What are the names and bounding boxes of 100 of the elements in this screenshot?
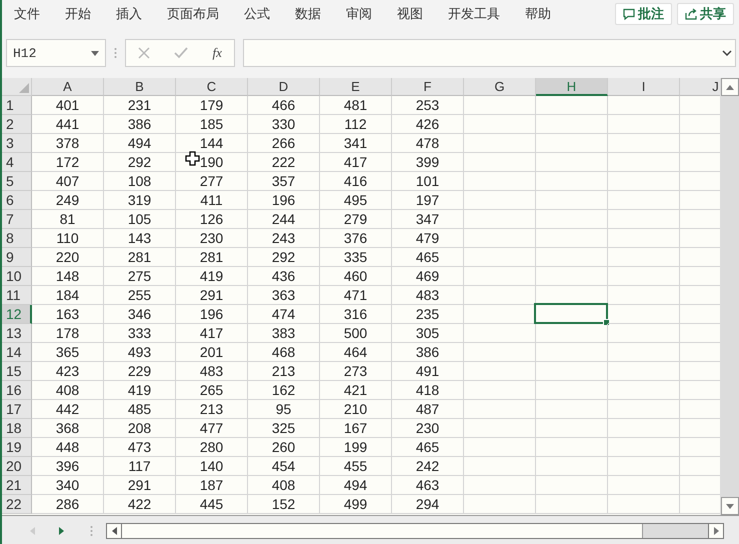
menu-item[interactable]: 页面布局	[167, 5, 219, 23]
empty-cell[interactable]	[608, 153, 680, 172]
empty-cell[interactable]	[464, 381, 536, 400]
row-header[interactable]: 8	[2, 229, 32, 248]
row-header[interactable]: 7	[2, 210, 32, 229]
scrollbar-thumb[interactable]	[122, 524, 643, 538]
column-header[interactable]: D	[248, 78, 320, 96]
row-header[interactable]: 13	[2, 324, 32, 343]
empty-cell[interactable]	[536, 343, 608, 362]
empty-cell[interactable]	[608, 438, 680, 457]
menu-item[interactable]: 帮助	[525, 5, 551, 23]
empty-cell[interactable]	[536, 381, 608, 400]
empty-cell[interactable]	[464, 267, 536, 286]
check-icon[interactable]	[174, 47, 188, 59]
scroll-left-icon[interactable]	[112, 526, 116, 534]
menu-item[interactable]: 视图	[397, 5, 423, 23]
ribbon-action-button[interactable]: 共享	[677, 3, 734, 25]
empty-cell[interactable]	[536, 153, 608, 172]
menu-item[interactable]: 开始	[65, 5, 91, 23]
row-header[interactable]: 6	[2, 191, 32, 210]
empty-cell[interactable]	[608, 457, 680, 476]
vertical-scrollbar[interactable]	[720, 78, 739, 515]
column-header[interactable]: A	[32, 78, 104, 96]
empty-cell[interactable]	[536, 229, 608, 248]
empty-cell[interactable]	[536, 362, 608, 381]
row-header[interactable]: 19	[2, 438, 32, 457]
column-header[interactable]: F	[392, 78, 464, 96]
previous-sheet-icon[interactable]	[30, 526, 35, 534]
empty-cell[interactable]	[464, 229, 536, 248]
column-header[interactable]: C	[176, 78, 248, 96]
empty-cell[interactable]	[464, 362, 536, 381]
row-header[interactable]: 20	[2, 457, 32, 476]
select-all-button[interactable]	[2, 78, 32, 96]
empty-cell[interactable]	[536, 419, 608, 438]
empty-cell[interactable]	[464, 343, 536, 362]
row-header[interactable]: 3	[2, 134, 32, 153]
name-box[interactable]: H12	[6, 39, 106, 67]
row-header[interactable]: 10	[2, 267, 32, 286]
empty-cell[interactable]	[464, 210, 536, 229]
row-header[interactable]: 14	[2, 343, 32, 362]
empty-cell[interactable]	[536, 438, 608, 457]
empty-cell[interactable]	[536, 191, 608, 210]
menu-item[interactable]: 审阅	[346, 5, 372, 23]
empty-cell[interactable]	[608, 210, 680, 229]
empty-cell[interactable]	[608, 495, 680, 514]
row-header[interactable]: 18	[2, 419, 32, 438]
cancel-icon[interactable]	[138, 47, 150, 59]
menu-item[interactable]: 数据	[295, 5, 321, 23]
empty-cell[interactable]	[608, 172, 680, 191]
empty-cell[interactable]	[536, 476, 608, 495]
empty-cell[interactable]	[536, 115, 608, 134]
empty-cell[interactable]	[608, 362, 680, 381]
empty-cell[interactable]	[608, 115, 680, 134]
empty-cell[interactable]	[536, 324, 608, 343]
row-header[interactable]: 9	[2, 248, 32, 267]
empty-cell[interactable]	[608, 343, 680, 362]
drag-handle-icon[interactable]	[90, 524, 93, 536]
empty-cell[interactable]	[608, 381, 680, 400]
menu-item[interactable]: 文件	[14, 5, 40, 23]
empty-cell[interactable]	[536, 96, 608, 115]
empty-cell[interactable]	[464, 495, 536, 514]
empty-cell[interactable]	[608, 191, 680, 210]
empty-cell[interactable]	[464, 115, 536, 134]
insert-function-button[interactable]: fx	[212, 45, 222, 61]
empty-cell[interactable]	[608, 305, 680, 324]
empty-cell[interactable]	[536, 400, 608, 419]
empty-cell[interactable]	[464, 476, 536, 495]
formula-input[interactable]	[243, 39, 736, 67]
row-header[interactable]: 1	[2, 96, 32, 115]
empty-cell[interactable]	[536, 210, 608, 229]
row-header[interactable]: 22	[2, 495, 32, 514]
menu-item[interactable]: 公式	[244, 5, 270, 23]
row-header[interactable]: 5	[2, 172, 32, 191]
empty-cell[interactable]	[464, 286, 536, 305]
empty-cell[interactable]	[464, 153, 536, 172]
empty-cell[interactable]	[608, 267, 680, 286]
scroll-down-icon[interactable]	[726, 504, 734, 508]
empty-cell[interactable]	[536, 172, 608, 191]
column-header[interactable]: E	[320, 78, 392, 96]
empty-cell[interactable]	[608, 248, 680, 267]
horizontal-scrollbar[interactable]	[106, 522, 724, 538]
menu-item[interactable]: 插入	[116, 5, 142, 23]
empty-cell[interactable]	[536, 248, 608, 267]
next-sheet-icon[interactable]	[59, 526, 64, 534]
empty-cell[interactable]	[608, 400, 680, 419]
empty-cell[interactable]	[464, 134, 536, 153]
row-header[interactable]: 4	[2, 153, 32, 172]
row-header[interactable]: 15	[2, 362, 32, 381]
empty-cell[interactable]	[464, 419, 536, 438]
column-header[interactable]: I	[608, 78, 680, 96]
drag-handle-icon[interactable]	[114, 47, 117, 59]
row-header[interactable]: 17	[2, 400, 32, 419]
empty-cell[interactable]	[464, 248, 536, 267]
column-header[interactable]: G	[464, 78, 536, 96]
empty-cell[interactable]	[464, 457, 536, 476]
row-header[interactable]: 2	[2, 115, 32, 134]
column-header[interactable]: J	[680, 78, 720, 96]
empty-cell[interactable]	[536, 267, 608, 286]
empty-cell[interactable]	[608, 324, 680, 343]
row-header[interactable]: 11	[2, 286, 32, 305]
